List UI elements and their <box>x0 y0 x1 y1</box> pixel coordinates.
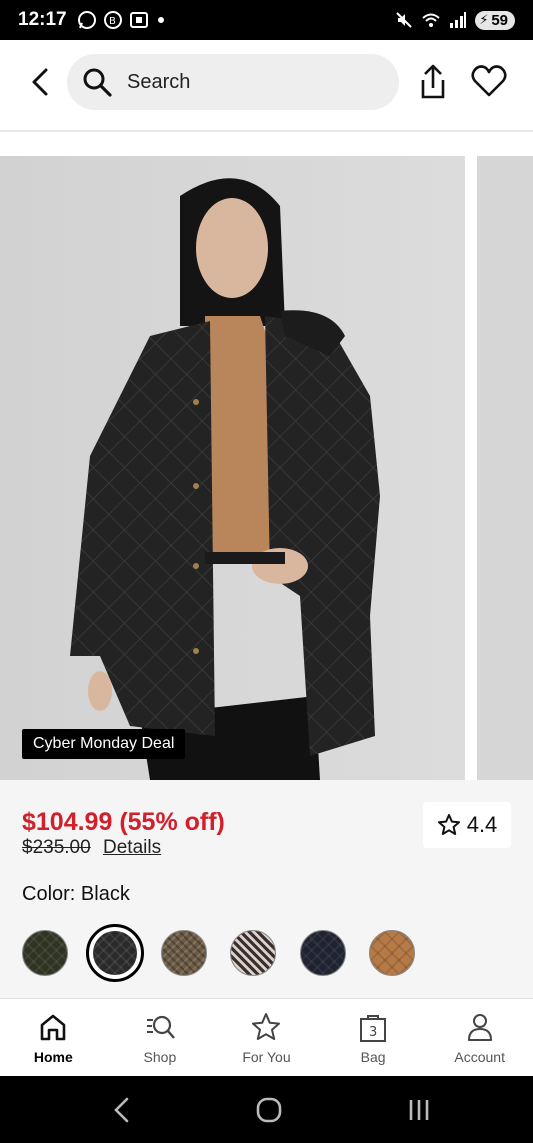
mute-icon <box>396 12 413 28</box>
rating-value: 4.4 <box>466 812 498 837</box>
heart-icon <box>471 65 507 97</box>
battery-icon: ⚡ 59 <box>475 10 515 30</box>
shop-search-icon <box>146 1015 175 1039</box>
nav-bag[interactable]: 3 Bag <box>320 999 427 1076</box>
back-icon <box>32 68 48 96</box>
screenshot-icon <box>129 12 148 28</box>
search-input[interactable]: Search <box>67 54 399 110</box>
swatch-houndstooth[interactable] <box>230 930 276 976</box>
color-swatches <box>22 924 522 982</box>
status-notification-icons: B <box>77 10 167 30</box>
status-bar: 12:17 B ⚡ 59 <box>0 0 533 40</box>
deal-badge: Cyber Monday Deal <box>22 729 186 759</box>
rating-badge[interactable]: 4.4 <box>423 802 511 848</box>
signal-icon <box>450 12 467 28</box>
system-home-icon[interactable] <box>254 1096 284 1124</box>
swatch-black-selected[interactable] <box>86 924 144 982</box>
color-label: Color: Black <box>22 883 130 905</box>
whatsapp-icon <box>77 11 96 29</box>
system-back-icon[interactable] <box>108 1096 138 1124</box>
wifi-icon <box>422 13 440 27</box>
nav-account[interactable]: Account <box>426 999 533 1076</box>
nav-bag-label: Bag <box>360 1049 386 1065</box>
swatch-brown-tweed[interactable] <box>161 930 207 976</box>
swatch-tan[interactable] <box>369 930 415 976</box>
person-icon <box>467 1014 492 1041</box>
swatch-olive[interactable] <box>22 930 68 976</box>
bottom-navigation: Home Shop For You 3 Bag Account <box>0 998 533 1076</box>
sale-price: $104.99 (55% off) <box>22 808 225 836</box>
system-recents-icon[interactable] <box>404 1096 434 1124</box>
nav-shop[interactable]: Shop <box>107 999 214 1076</box>
share-icon <box>421 64 445 99</box>
favorite-button[interactable] <box>470 62 508 100</box>
nav-home-label: Home <box>33 1049 73 1065</box>
whatsapp-business-icon: B <box>103 11 122 29</box>
top-header: Search <box>0 40 533 132</box>
search-placeholder: Search <box>127 70 191 93</box>
system-navigation-bar <box>0 1076 533 1143</box>
product-photo[interactable]: Cyber Monday Deal <box>0 156 465 780</box>
back-button[interactable] <box>24 64 56 100</box>
status-time: 12:17 <box>18 9 67 30</box>
nav-home[interactable]: Home <box>0 999 107 1076</box>
nav-account-label: Account <box>454 1049 505 1065</box>
star-icon <box>252 1013 281 1040</box>
status-system-icons: ⚡ 59 <box>395 10 515 30</box>
star-icon <box>437 814 460 835</box>
nav-for-you[interactable]: For You <box>213 999 320 1076</box>
dot-icon <box>157 17 164 23</box>
original-price: $235.00 <box>22 837 91 858</box>
share-button[interactable] <box>416 62 450 102</box>
home-icon <box>40 1014 66 1041</box>
price-details-link[interactable]: Details <box>103 837 161 859</box>
swatch-navy[interactable] <box>300 930 346 976</box>
product-image-carousel[interactable]: Cyber Monday Deal <box>0 156 533 780</box>
nav-shop-label: Shop <box>143 1049 177 1065</box>
model-in-quilted-coat-image <box>0 156 465 780</box>
bag-count: 3 <box>369 1025 377 1040</box>
nav-for-you-label: For You <box>242 1049 291 1065</box>
bag-icon: 3 <box>360 1015 387 1042</box>
next-product-photo-peek[interactable] <box>477 156 533 780</box>
search-icon <box>83 68 112 97</box>
product-info: $104.99 (55% off) $235.00 Details 4.4 Co… <box>0 780 533 998</box>
svg-text:B: B <box>109 16 116 27</box>
battery-level: 59 <box>491 11 508 29</box>
